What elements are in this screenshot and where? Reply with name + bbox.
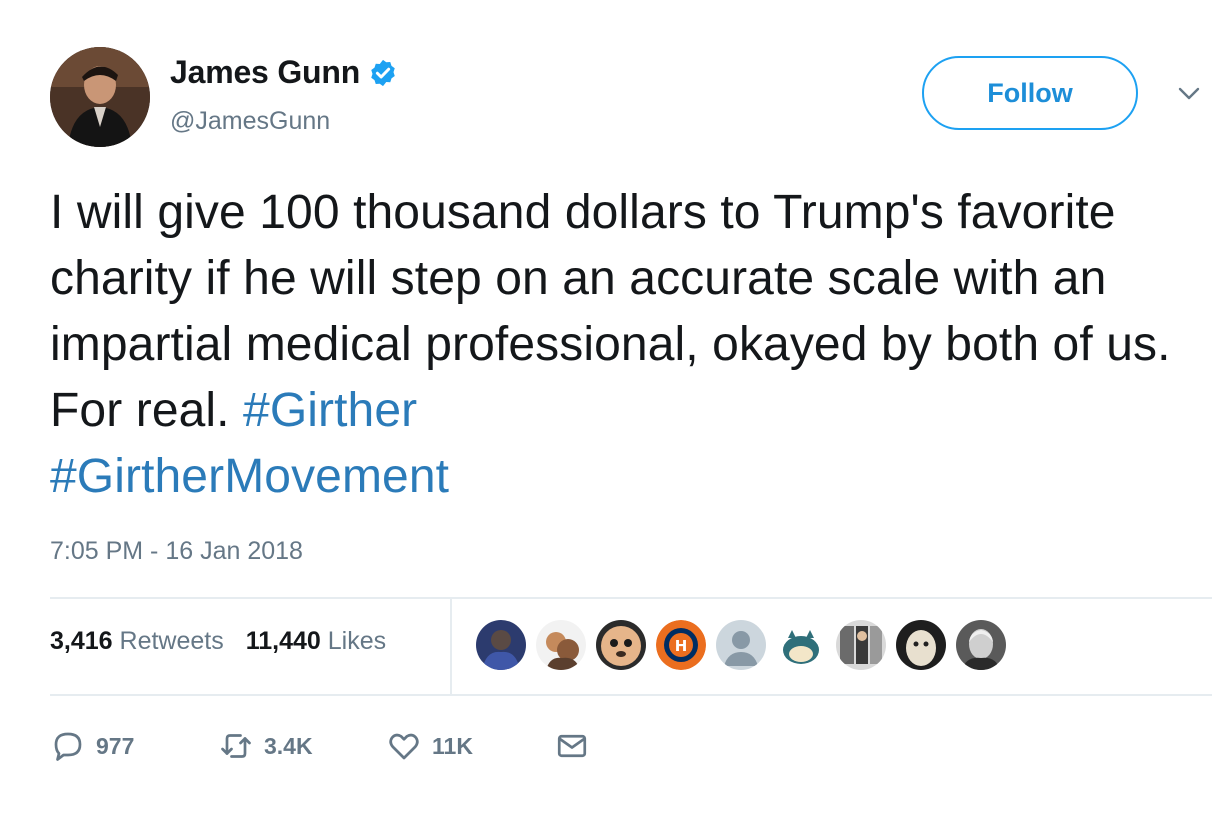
liker-avatar[interactable] — [536, 620, 586, 670]
verified-badge-icon — [371, 59, 395, 86]
retweet-icon — [221, 734, 251, 758]
likes-label: Likes — [327, 627, 387, 655]
avatar[interactable] — [50, 47, 150, 147]
like-action[interactable]: 11K — [386, 728, 554, 764]
liker-avatars: H — [476, 620, 1006, 670]
liker-avatar[interactable]: H — [656, 620, 706, 670]
reply-icon — [54, 732, 82, 761]
likes-count: 11,440 — [245, 627, 321, 655]
reply-action[interactable]: 977 — [50, 728, 218, 764]
heart-icon — [389, 733, 419, 760]
tweet-card: James Gunn @JamesGunn Follow I will give… — [0, 0, 1224, 821]
retweets-label: Retweets — [119, 627, 224, 655]
retweet-action[interactable]: 3.4K — [218, 728, 386, 764]
divider-top — [50, 597, 1212, 599]
avatar-image — [50, 47, 150, 147]
tweet-actions: 977 3.4K 11K — [50, 728, 590, 764]
tweet-body: I will give 100 thousand dollars to Trum… — [50, 186, 1171, 437]
chevron-down-icon[interactable] — [1177, 84, 1201, 104]
liker-avatar[interactable] — [596, 620, 646, 670]
hashtag-girther[interactable]: #Girther — [243, 384, 417, 437]
liker-avatar[interactable] — [776, 620, 826, 670]
liker-avatar[interactable] — [476, 620, 526, 670]
follow-button[interactable]: Follow — [922, 56, 1138, 130]
envelope-icon — [557, 734, 587, 758]
display-name[interactable]: James Gunn — [170, 54, 360, 91]
likes-stat[interactable]: 11,440 Likes — [246, 627, 386, 656]
liker-avatar[interactable] — [896, 620, 946, 670]
retweets-stat[interactable]: 3,416 Retweets — [50, 627, 224, 656]
direct-message-action[interactable] — [554, 728, 590, 764]
retweet-count: 3.4K — [264, 732, 313, 759]
tweet-text: I will give 100 thousand dollars to Trum… — [50, 180, 1200, 510]
retweets-count: 3,416 — [50, 627, 113, 655]
tweet-timestamp[interactable]: 7:05 PM - 16 Jan 2018 — [50, 537, 303, 566]
liker-avatar[interactable] — [716, 620, 766, 670]
stats-divider — [450, 598, 452, 696]
hashtag-girther-movement[interactable]: #GirtherMovement — [50, 450, 449, 503]
liker-avatar[interactable] — [956, 620, 1006, 670]
svg-text:H: H — [675, 637, 688, 655]
liker-avatar[interactable] — [836, 620, 886, 670]
user-handle[interactable]: @JamesGunn — [170, 107, 330, 136]
reply-count: 977 — [96, 732, 135, 759]
divider-bottom — [50, 694, 1212, 696]
name-row: James Gunn — [170, 54, 398, 91]
like-count: 11K — [432, 732, 473, 759]
tweet-stats: 3,416 Retweets 11,440 Likes — [50, 627, 386, 656]
